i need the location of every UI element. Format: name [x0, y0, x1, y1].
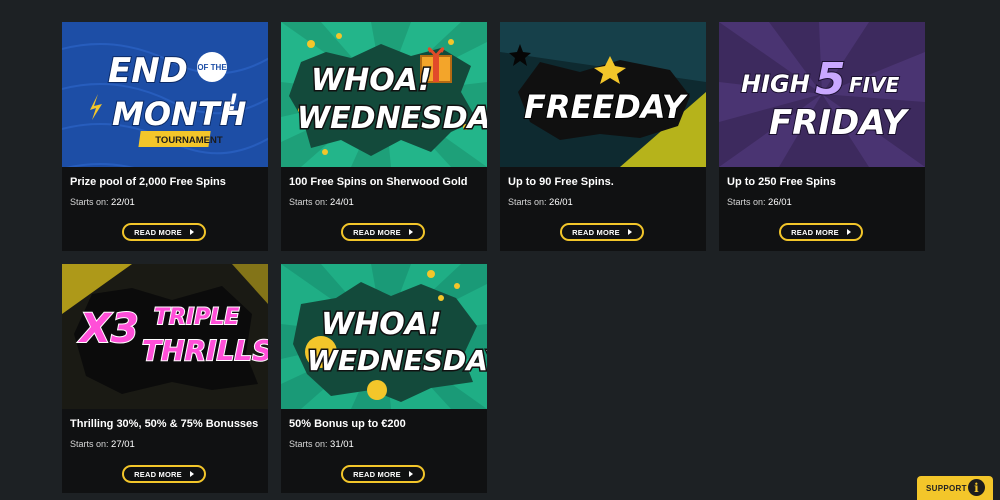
banner-end-text: END: [108, 51, 188, 91]
promo-banner-freeday[interactable]: FREEDAY: [500, 22, 706, 167]
promo-card-end-of-month[interactable]: END OF THE MONTH ! TOURNAMENT Prize pool…: [62, 22, 268, 251]
promo-info: 50% Bonus up to €200 Starts on: 31/01 RE…: [281, 409, 487, 493]
play-arrow-icon: [189, 229, 194, 235]
promo-info: Thrilling 30%, 50% & 75% Bonusses Starts…: [62, 409, 268, 493]
banner-exclaim-text: !: [228, 91, 238, 116]
banner-freeday-text: FREEDAY: [524, 88, 688, 126]
banner-x3-text: X3: [77, 306, 139, 352]
read-more-label: READ MORE: [134, 469, 182, 479]
banner-of-the-text: OF THE: [197, 63, 227, 72]
promo-starts: Starts on: 22/01: [70, 197, 135, 208]
promo-title: Prize pool of 2,000 Free Spins: [70, 176, 226, 188]
promo-banner-high-five-friday[interactable]: HIGH 5 FIVE FRIDAY: [719, 22, 925, 167]
promo-banner-whoa-wednesday-gift[interactable]: WHOA! WEDNESDAY: [281, 22, 487, 167]
banner-whoa-text: WHOA!: [311, 63, 432, 98]
promo-info: Up to 90 Free Spins. Starts on: 26/01 RE…: [500, 167, 706, 251]
banner-wednesday-text: WEDNESDAY: [307, 344, 487, 377]
promo-title: Up to 90 Free Spins.: [508, 176, 614, 188]
read-more-button[interactable]: READ MORE: [341, 223, 425, 241]
promo-card-freeday[interactable]: FREEDAY Up to 90 Free Spins. Starts on: …: [500, 22, 706, 251]
starts-label: Starts on:: [727, 197, 766, 207]
starts-date: 24/01: [330, 197, 354, 208]
support-label: SUPPORT: [926, 483, 967, 493]
promo-banner-end-of-month[interactable]: END OF THE MONTH ! TOURNAMENT: [62, 22, 268, 167]
promo-starts: Starts on: 27/01: [70, 439, 135, 450]
promo-title: Thrilling 30%, 50% & 75% Bonusses: [70, 418, 259, 430]
starts-date: 27/01: [111, 439, 135, 450]
promo-title: 100 Free Spins on Sherwood Gold: [289, 176, 468, 188]
promo-info: Up to 250 Free Spins Starts on: 26/01 RE…: [719, 167, 925, 251]
read-more-button[interactable]: READ MORE: [122, 465, 206, 483]
promo-info: Prize pool of 2,000 Free Spins Starts on…: [62, 167, 268, 251]
read-more-label: READ MORE: [134, 227, 182, 237]
banner-five-text: FIVE: [849, 73, 900, 97]
starts-label: Starts on:: [289, 197, 328, 207]
banner-whoa-text: WHOA!: [321, 307, 442, 342]
promo-banner-triple-thrills[interactable]: X3 TRIPLE THRILLS: [62, 264, 268, 409]
banner-high-text: HIGH: [741, 70, 810, 98]
play-arrow-icon: [627, 229, 632, 235]
starts-date: 31/01: [330, 439, 354, 450]
banner-month-text: MONTH: [112, 95, 247, 133]
promotions-grid: END OF THE MONTH ! TOURNAMENT Prize pool…: [0, 0, 1000, 500]
read-more-label: READ MORE: [572, 227, 620, 237]
promo-title: Up to 250 Free Spins: [727, 176, 836, 188]
starts-label: Starts on:: [289, 439, 328, 449]
promo-card-triple-thrills[interactable]: X3 TRIPLE THRILLS Thrilling 30%, 50% & 7…: [62, 264, 268, 493]
starts-label: Starts on:: [70, 197, 109, 207]
promo-starts: Starts on: 26/01: [508, 197, 573, 208]
banner-wednesday-text: WEDNESDAY: [297, 101, 487, 136]
banner-thrills-text: THRILLS: [142, 334, 268, 367]
read-more-button[interactable]: READ MORE: [560, 223, 644, 241]
promo-starts: Starts on: 24/01: [289, 197, 354, 208]
promo-card-high-five-friday[interactable]: HIGH 5 FIVE FRIDAY Up to 250 Free Spins …: [719, 22, 925, 251]
play-arrow-icon: [846, 229, 851, 235]
starts-label: Starts on:: [508, 197, 547, 207]
starts-date: 26/01: [768, 197, 792, 208]
promo-info: 100 Free Spins on Sherwood Gold Starts o…: [281, 167, 487, 251]
read-more-button[interactable]: READ MORE: [779, 223, 863, 241]
promo-card-whoa-wednesday[interactable]: WHOA! WEDNESDAY 50% Bonus up to €200 Sta…: [281, 264, 487, 493]
banner-tournament-text: TOURNAMENT: [155, 135, 223, 146]
info-icon: i: [968, 479, 985, 496]
read-more-label: READ MORE: [353, 469, 401, 479]
promo-card-whoa-wednesday-gift[interactable]: WHOA! WEDNESDAY 100 Free Spins on Sherwo…: [281, 22, 487, 251]
promo-starts: Starts on: 31/01: [289, 439, 354, 450]
read-more-button[interactable]: READ MORE: [122, 223, 206, 241]
support-button[interactable]: SUPPORT i: [917, 476, 993, 500]
read-more-label: READ MORE: [791, 227, 839, 237]
starts-label: Starts on:: [70, 439, 109, 449]
promo-title: 50% Bonus up to €200: [289, 418, 406, 430]
banner-triple-text: TRIPLE: [154, 305, 239, 330]
starts-date: 22/01: [111, 197, 135, 208]
starts-date: 26/01: [549, 197, 573, 208]
banner-friday-text: FRIDAY: [769, 103, 910, 143]
play-arrow-icon: [408, 471, 413, 477]
read-more-button[interactable]: READ MORE: [341, 465, 425, 483]
play-arrow-icon: [408, 229, 413, 235]
banner-5-text: 5: [815, 54, 846, 105]
promo-starts: Starts on: 26/01: [727, 197, 792, 208]
promo-banner-whoa-wednesday[interactable]: WHOA! WEDNESDAY: [281, 264, 487, 409]
play-arrow-icon: [189, 471, 194, 477]
read-more-label: READ MORE: [353, 227, 401, 237]
